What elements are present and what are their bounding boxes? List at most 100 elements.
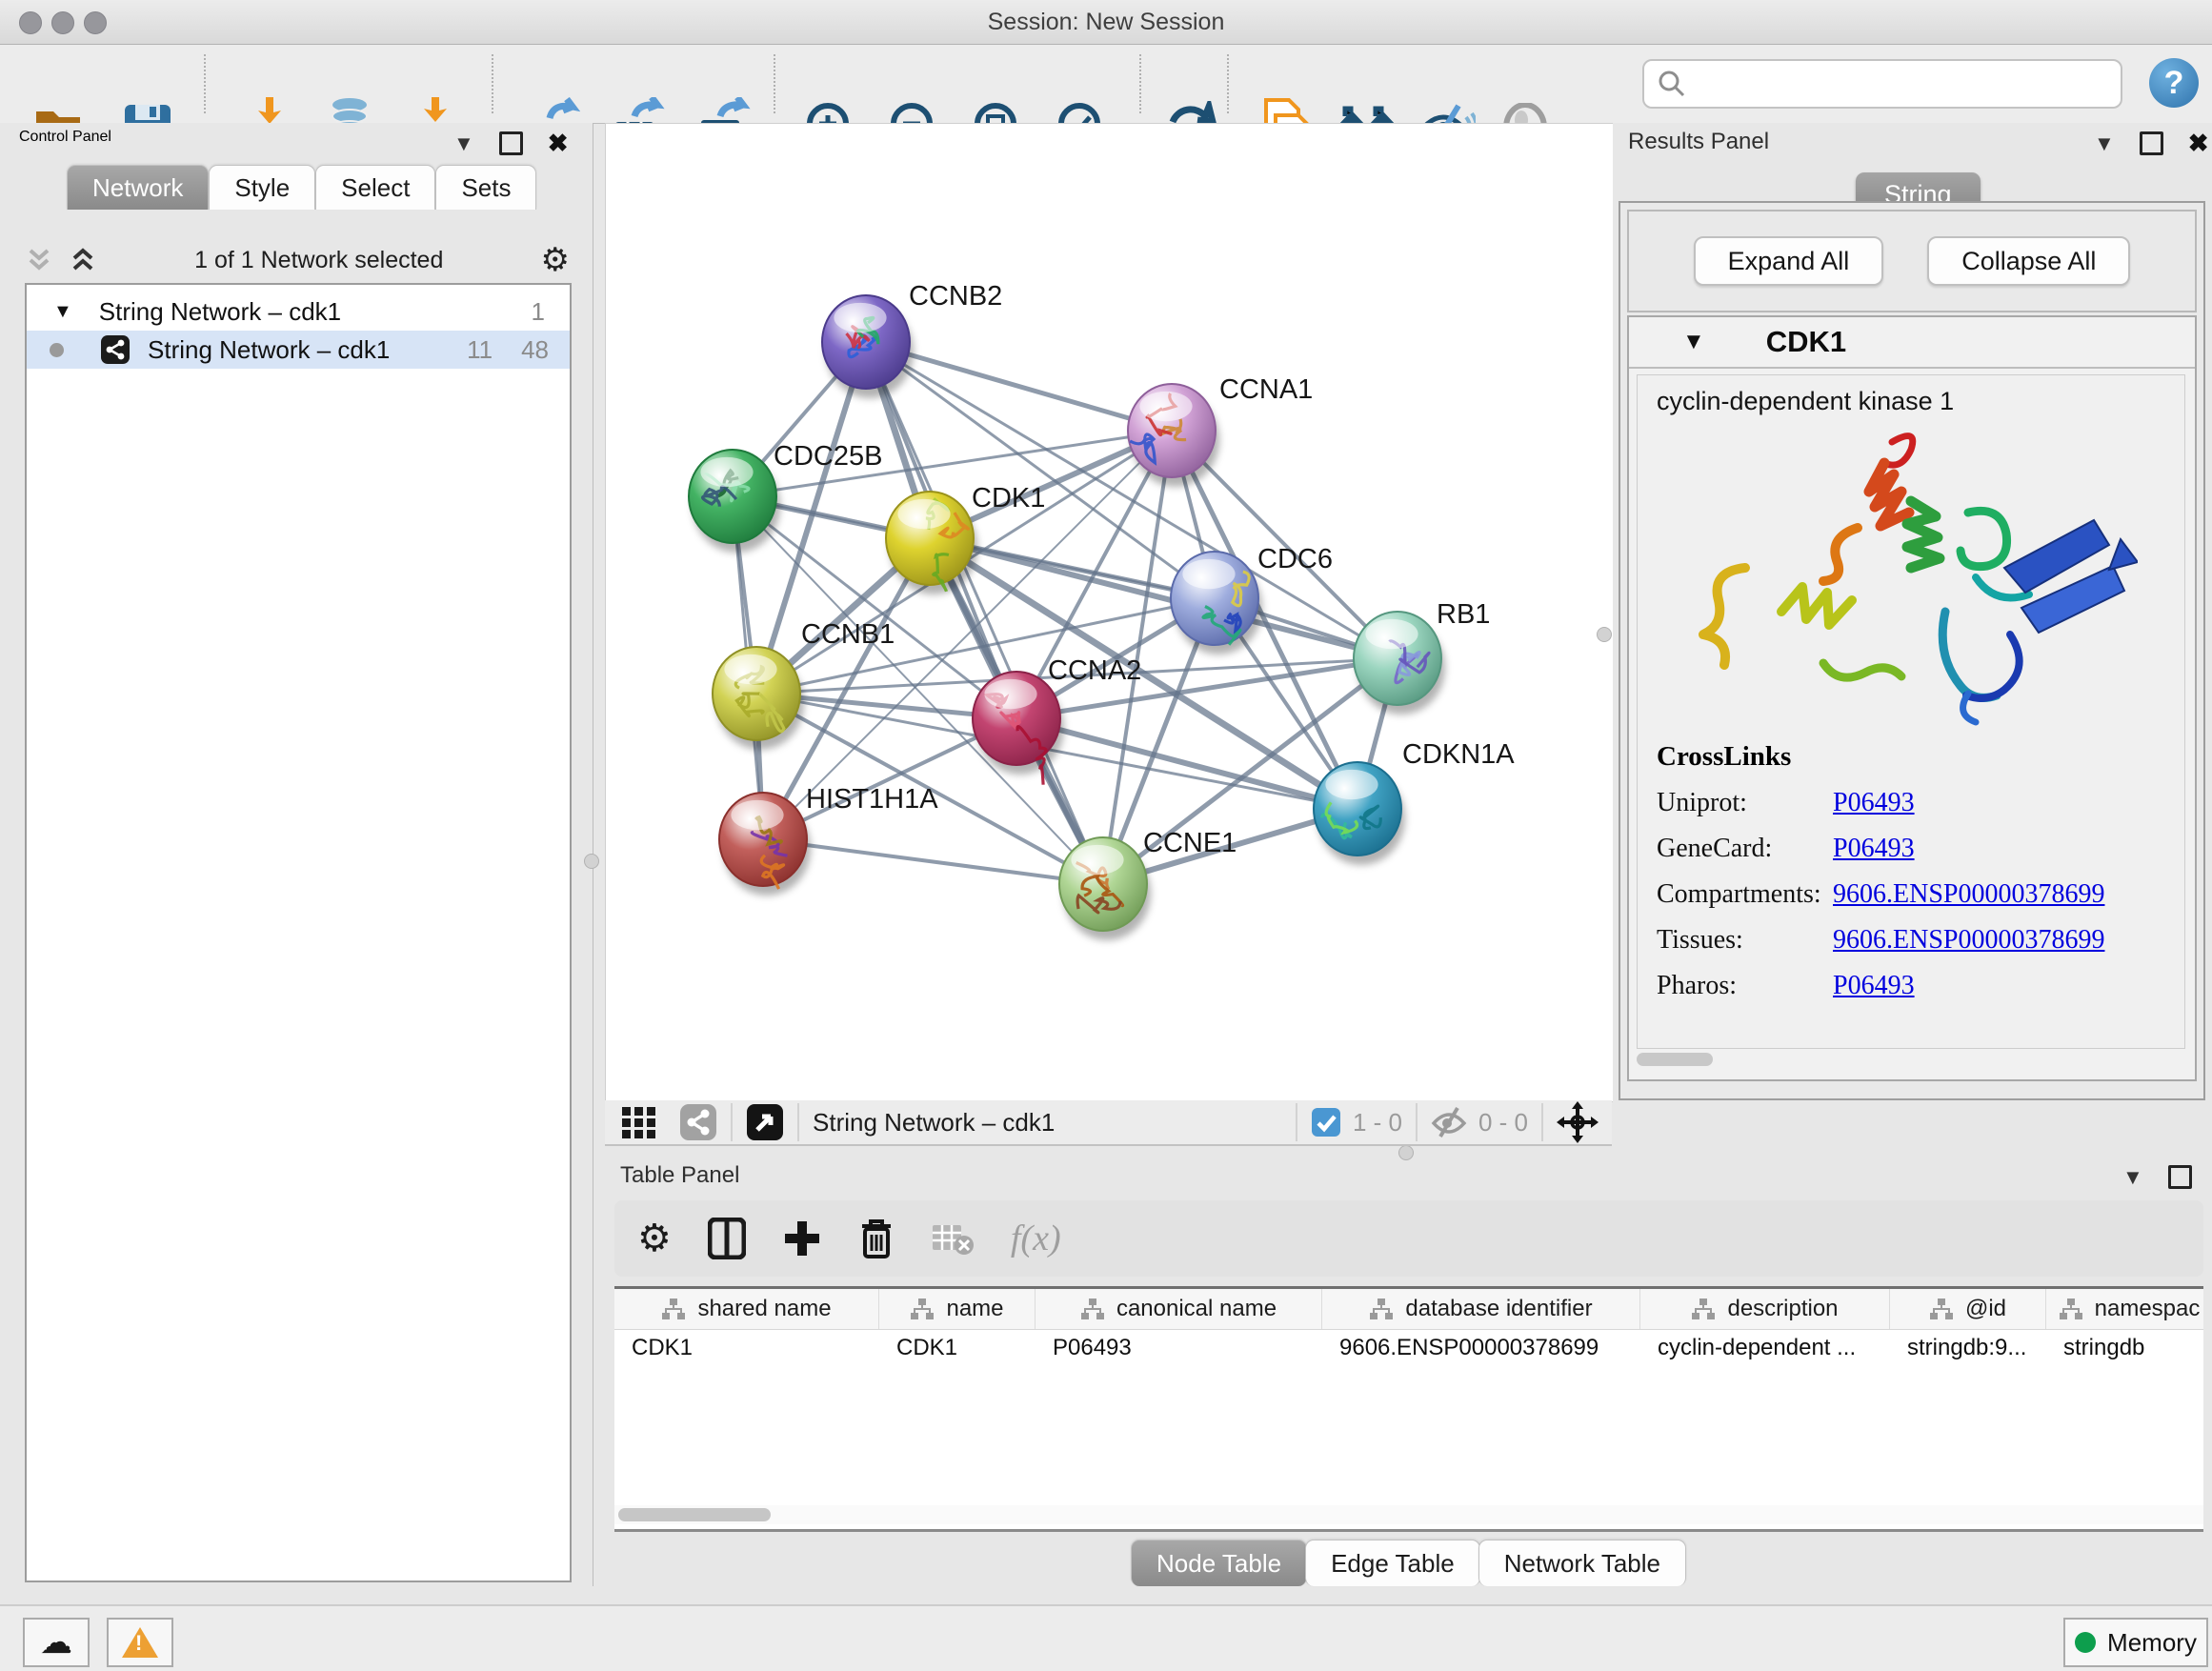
column-header-@id[interactable]: @id [1890,1289,2046,1329]
node-highlight [1071,845,1123,875]
expand-all-button[interactable]: Expand All [1694,236,1884,286]
column-header-name[interactable]: name [879,1289,1036,1329]
column-header-namespac[interactable]: namespac [2046,1289,2203,1329]
table-cell[interactable]: stringdb:9... [1890,1330,2046,1366]
search-text-field[interactable] [1686,64,2121,104]
delete-column-icon[interactable] [858,1217,895,1260]
birdseye-view-icon[interactable] [746,1103,784,1141]
memory-button[interactable]: Memory [2063,1618,2208,1667]
column-header-label: description [1727,1296,1838,1322]
toolbar-separator [1296,1103,1297,1141]
warning-icon [122,1627,158,1658]
protein-section-header[interactable]: ▼ CDK1 [1629,317,2195,369]
network-view-canvas[interactable]: CCNB2CCNA1CDC25BCDK1CDC6RB1CCNB1CCNA2CDK… [605,123,1614,1102]
tab-network-table[interactable]: Network Table [1478,1540,1686,1586]
main-toolbar: ? [0,45,2212,124]
crosslink-row: Compartments:9606.ENSP00000378699 [1657,879,2104,910]
table-row[interactable]: CDK1CDK1P064939606.ENSP00000378699cyclin… [614,1330,2203,1366]
panel-menu-icon[interactable]: ▼ [2094,131,2115,156]
toolbar-separator [731,1103,733,1141]
left-splitter-handle[interactable] [584,854,599,869]
pan-crosshair-icon[interactable] [1557,1101,1599,1143]
column-header-canonical-name[interactable]: canonical name [1036,1289,1322,1329]
column-type-icon [2059,1298,2083,1320]
table-cell[interactable]: stringdb [2046,1330,2203,1366]
table-cell[interactable]: CDK1 [614,1330,879,1366]
crosslink-link[interactable]: 9606.ENSP00000378699 [1833,879,2104,910]
grid-view-icon[interactable] [620,1103,658,1141]
share-view-icon[interactable] [679,1103,717,1141]
panel-menu-icon[interactable]: ▼ [453,131,474,156]
network-row-selected[interactable]: String Network – cdk1 11 48 [27,331,570,369]
network-node-CDC25B[interactable]: CDC25B [689,441,882,553]
panel-float-icon[interactable] [2140,131,2163,155]
column-header-database-identifier[interactable]: database identifier [1322,1289,1640,1329]
crosslink-link[interactable]: P06493 [1833,834,1915,864]
help-button[interactable]: ? [2149,58,2199,108]
toolbar-separator [492,54,493,113]
window-title: Session: New Session [0,9,2212,36]
control-panel-tabs: NetworkStyleSelectSets [67,165,536,210]
table-cell[interactable]: cyclin-dependent ... [1640,1330,1890,1366]
table-cell[interactable]: P06493 [1036,1330,1322,1366]
network-node-RB1[interactable]: RB1 [1354,599,1490,715]
network-node-CCNB2[interactable]: CCNB2 [822,281,1002,398]
panel-float-icon[interactable] [499,131,523,155]
crosslink-link[interactable]: P06493 [1833,788,1915,818]
protein-structure-image [1690,425,2138,739]
cloud-status-button[interactable]: ☁ [23,1618,90,1667]
table-options-gear-icon[interactable]: ⚙ [637,1217,672,1260]
network-status-dot [50,343,64,357]
tab-style[interactable]: Style [209,165,315,210]
add-column-icon[interactable] [782,1218,822,1258]
collapse-all-button[interactable]: Collapse All [1927,236,2130,286]
collapse-all-icon[interactable] [25,246,53,274]
show-columns-icon[interactable] [708,1218,746,1259]
section-collapse-icon[interactable]: ▼ [1682,329,1705,355]
crosslink-link[interactable]: P06493 [1833,971,1915,1001]
network-edge[interactable] [763,839,1103,884]
panel-float-icon[interactable] [2168,1165,2192,1189]
panel-close-icon[interactable]: ✖ [2188,129,2209,158]
network-options-gear-icon[interactable]: ⚙ [541,241,570,279]
tab-select[interactable]: Select [315,165,435,210]
selected-checkbox-icon[interactable] [1311,1107,1341,1137]
panel-menu-icon[interactable]: ▼ [2122,1165,2143,1190]
node-label: CCNA2 [1048,655,1141,686]
network-collection-row[interactable]: ▼ String Network – cdk1 1 [27,292,570,331]
expand-all-icon[interactable] [69,246,97,274]
hidden-node-edge-counts: 0 - 0 [1478,1108,1528,1137]
results-scrollbar-thumb[interactable] [1637,1053,1713,1066]
status-bar: ☁ Memory [0,1604,2212,1671]
crosslink-link[interactable]: 9606.ENSP00000378699 [1833,925,2104,956]
tab-edge-table[interactable]: Edge Table [1305,1540,1480,1586]
string-network-icon [100,334,131,365]
column-header-description[interactable]: description [1640,1289,1890,1329]
network-node-CCNA2[interactable]: CCNA2 [973,655,1141,785]
right-splitter-handle[interactable] [1597,627,1612,642]
panel-close-icon[interactable]: ✖ [548,129,569,158]
toolbar-separator [1416,1103,1418,1141]
crosslink-row: Pharos:P06493 [1657,971,2104,1001]
search-input[interactable] [1642,59,2122,109]
network-node-CCNE1[interactable]: CCNE1 [1059,828,1237,940]
node-table[interactable]: shared namenamecanonical namedatabase id… [614,1286,2203,1532]
collection-expand-icon[interactable]: ▼ [53,301,72,323]
toolbar-separator [204,54,206,113]
column-header-shared-name[interactable]: shared name [614,1289,879,1329]
table-horizontal-scrollbar[interactable] [614,1505,2203,1524]
table-cell[interactable]: 9606.ENSP00000378699 [1322,1330,1640,1366]
network-node-CDKN1A[interactable]: CDKN1A [1314,739,1515,865]
warnings-button[interactable] [107,1618,173,1667]
tab-network[interactable]: Network [67,165,209,210]
network-node-HIST1H1A[interactable]: HIST1H1A [719,784,938,896]
table-cell[interactable]: CDK1 [879,1330,1036,1366]
string-network-graph[interactable]: CCNB2CCNA1CDC25BCDK1CDC6RB1CCNB1CCNA2CDK… [606,124,1613,1101]
tab-sets[interactable]: Sets [435,165,536,210]
tab-node-table[interactable]: Node Table [1131,1540,1307,1586]
network-node-CDK1[interactable]: CDK1 [886,483,1045,594]
scrollbar-thumb[interactable] [618,1508,771,1521]
node-label: CCNB2 [909,281,1002,312]
network-node-CCNA1[interactable]: CCNA1 [1128,374,1313,487]
crosslink-label: Tissues: [1657,925,1833,956]
